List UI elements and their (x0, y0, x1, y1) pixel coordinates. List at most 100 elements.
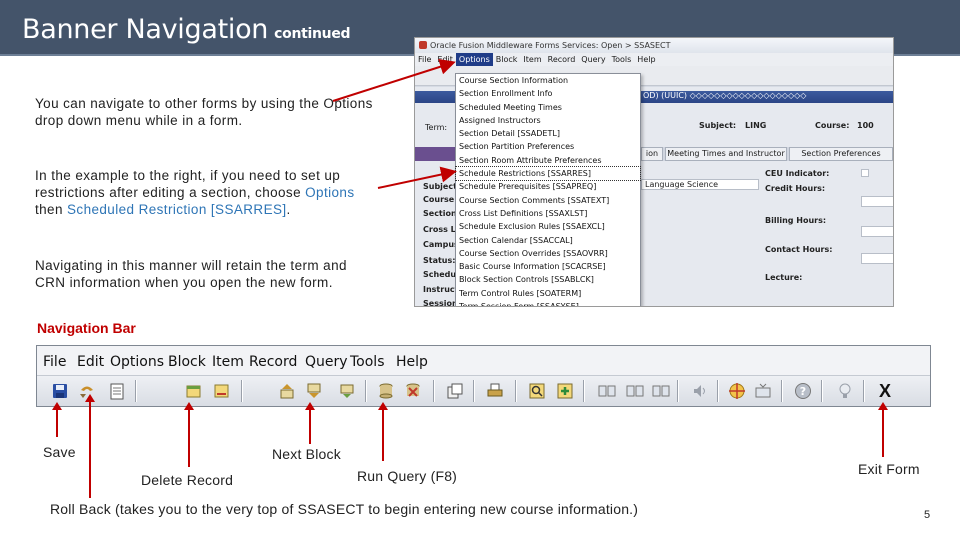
options-menu-item[interactable]: Section Enrollment Info (456, 87, 640, 100)
delete-record-icon[interactable] (211, 381, 231, 401)
options-menu-item[interactable]: Section Calendar [SSACCAL] (456, 234, 640, 247)
menu-item[interactable]: Item (212, 354, 244, 370)
menu-tools[interactable]: Tools (350, 354, 385, 370)
lightbulb-icon[interactable] (835, 381, 855, 401)
options-menu-item[interactable]: Term Control Rules [SOATERM] (456, 287, 640, 300)
toolbar-separator (135, 380, 137, 402)
shot-tab-preferences[interactable]: Section Preferences (789, 147, 893, 161)
record-icon[interactable] (651, 381, 671, 401)
list-of-values-icon[interactable] (753, 381, 773, 401)
shot-tab-meeting-times[interactable]: Meeting Times and Instructor (665, 147, 787, 161)
shot-title-field[interactable]: Language Science (641, 179, 759, 190)
find-icon[interactable] (527, 381, 547, 401)
options-menu-item[interactable]: Section Partition Preferences (456, 140, 640, 153)
shot-subject-value: LING (745, 121, 767, 130)
shot-course-label: Course: (815, 121, 850, 130)
screenshot-window-title: Oracle Fusion Middleware Forms Services:… (415, 38, 893, 53)
record-down-icon[interactable] (337, 381, 357, 401)
print-icon[interactable] (485, 381, 505, 401)
shot-menu-edit[interactable]: Edit (434, 53, 456, 66)
options-menu-item[interactable]: Schedule Exclusion Rules [SSAEXCL] (456, 220, 640, 233)
cancel-query-icon[interactable] (403, 381, 423, 401)
paragraph-retain-info: Navigating in this manner will retain th… (35, 258, 347, 290)
shot-left-label: Status: (423, 256, 456, 265)
shot-billing-field[interactable] (861, 226, 893, 237)
shot-lecture-label: Lecture: (765, 273, 803, 282)
shot-menu-tools[interactable]: Tools (609, 53, 635, 66)
menu-file[interactable]: File (43, 354, 66, 370)
item-icon[interactable] (625, 381, 645, 401)
options-menu-item[interactable]: Basic Course Information [SCACRSE] (456, 260, 640, 273)
run-query-label: Run Query (F8) (357, 468, 458, 484)
shot-menu-block[interactable]: Block (493, 53, 521, 66)
menu-edit[interactable]: Edit (77, 354, 104, 370)
shot-contact-field[interactable] (861, 253, 893, 264)
delete-record-label: Delete Record (141, 472, 234, 488)
navigation-bar-caption: Navigation Bar (37, 320, 136, 336)
p2-options-highlight: Options (305, 185, 355, 200)
help-icon[interactable]: ? (793, 381, 813, 401)
block-icon[interactable] (597, 381, 617, 401)
options-menu-item[interactable]: Section Room Attribute Preferences (456, 154, 640, 167)
svg-text:?: ? (800, 385, 806, 398)
shot-left-label: Course (423, 195, 455, 204)
run-query-icon[interactable] (376, 381, 396, 401)
sound-icon[interactable] (691, 381, 711, 401)
options-menu-item[interactable]: Cross List Definitions [SSAXLST] (456, 207, 640, 220)
options-menu-item[interactable]: Schedule Prerequisites [SSAPREQ] (456, 180, 640, 193)
target-icon[interactable] (727, 381, 747, 401)
options-menu-item[interactable]: Assigned Instructors (456, 114, 640, 127)
options-menu-item[interactable]: Scheduled Meeting Times (456, 101, 640, 114)
menu-options[interactable]: Options (110, 354, 164, 370)
toolbar-separator (583, 380, 585, 402)
delete-record-arrow (184, 402, 194, 467)
shot-tab-main[interactable] (415, 147, 455, 161)
toolbar-separator (241, 380, 243, 402)
previous-block-icon[interactable] (183, 381, 203, 401)
shot-tab-section[interactable]: ion (641, 147, 663, 161)
paragraph-example: In the example to the right, if you need… (35, 167, 380, 218)
options-menu-item[interactable]: Block Section Controls [SSABLCK] (456, 273, 640, 286)
screenshot-strip-text: OD) (UUIC) ◇◇◇◇◇◇◇◇◇◇◇◇◇◇◇◇◇◇◇ (643, 91, 807, 100)
p2-then: then (35, 202, 68, 217)
toolbar-separator (781, 380, 783, 402)
p2-restriction-highlight: Scheduled Restriction [SSARRES] (67, 202, 287, 217)
previous-record-icon[interactable] (277, 381, 297, 401)
save-arrow (52, 402, 62, 437)
options-menu-item[interactable]: Schedule Restrictions [SSARRES] (455, 166, 641, 182)
screenshot-left-labels: Subject Course Section Cross L Campus St… (415, 162, 459, 306)
menu-record[interactable]: Record (249, 354, 297, 370)
shot-credit-label: Credit Hours: (765, 184, 826, 193)
shot-menu-item[interactable]: Item (520, 53, 544, 66)
navbar-menu-row: File Edit Options Block Item Record Quer… (37, 346, 930, 375)
menu-help[interactable]: Help (396, 354, 428, 370)
shot-credit-field[interactable] (861, 196, 893, 207)
options-menu-item[interactable]: Term Session Form [SSASYSE] (456, 300, 640, 306)
options-menu-item[interactable]: Course Section Information (456, 74, 640, 87)
shot-left-label: Schedu (423, 270, 457, 279)
form-copy-icon[interactable] (445, 381, 465, 401)
next-block-icon[interactable] (304, 381, 324, 401)
document-icon[interactable] (107, 381, 127, 401)
oracle-icon (419, 41, 427, 49)
insert-record-icon[interactable] (555, 381, 575, 401)
exit-form-icon[interactable]: X (875, 381, 895, 401)
toolbar-separator (863, 380, 865, 402)
menu-block[interactable]: Block (168, 354, 206, 370)
options-menu-item[interactable]: Course Section Overrides [SSAOVRR] (456, 247, 640, 260)
save-icon[interactable] (50, 381, 70, 401)
title-subtitle: continued (274, 26, 351, 42)
exit-form-label: Exit Form (858, 461, 920, 477)
shot-menu-query[interactable]: Query (578, 53, 608, 66)
shot-menu-record[interactable]: Record (545, 53, 579, 66)
options-menu-screenshot: Oracle Fusion Middleware Forms Services:… (414, 37, 894, 307)
options-menu-item[interactable]: Section Detail [SSADETL] (456, 127, 640, 140)
options-menu-item[interactable]: Course Section Comments [SSATEXT] (456, 194, 640, 207)
p2-end: . (286, 202, 291, 217)
shot-ceu-checkbox[interactable] (861, 169, 869, 177)
shot-left-label: Cross L (423, 225, 456, 234)
shot-menu-help[interactable]: Help (634, 53, 658, 66)
menu-query[interactable]: Query (305, 354, 348, 370)
shot-menu-file[interactable]: File (415, 53, 434, 66)
shot-menu-options[interactable]: Options (455, 53, 493, 66)
